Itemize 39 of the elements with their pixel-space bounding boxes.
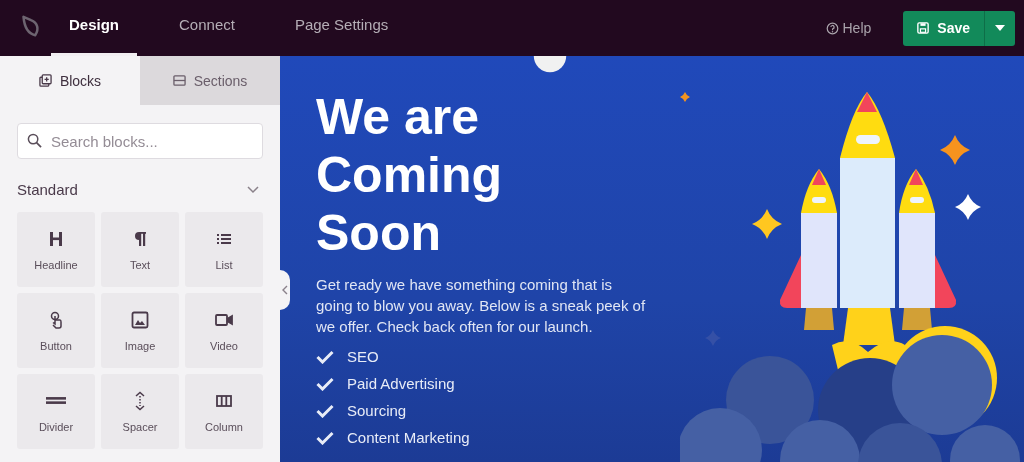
save-button[interactable]: Save <box>903 10 985 46</box>
sidebar-tab[interactable]: Sections <box>140 56 280 105</box>
block-tile[interactable]: List <box>185 212 263 287</box>
block-tile[interactable]: Spacer <box>101 374 179 449</box>
blocks-icon <box>38 74 52 87</box>
chevron-left-icon <box>282 285 288 295</box>
block-tile[interactable]: Headline <box>17 212 95 287</box>
checklist-item: SEO <box>347 348 379 365</box>
page-headline: We are Coming Soon <box>316 88 504 262</box>
section-title: Standard <box>17 181 78 198</box>
save-icon <box>917 22 930 34</box>
help-icon <box>825 21 839 35</box>
check-icon <box>316 430 334 445</box>
block-tile[interactable]: Text <box>101 212 179 287</box>
check-icon <box>316 403 334 418</box>
block-tile[interactable]: Button <box>17 293 95 368</box>
check-icon <box>316 349 334 364</box>
page-paragraph: Get ready we have something coming that is going to blow you away. Below is a sneak peek of we offer. Check back often for our launch. <box>316 275 647 337</box>
nav-tab[interactable]: Page Settings <box>294 0 389 56</box>
help-link[interactable]: Help <box>819 0 878 56</box>
checklist-item: Content Marketing <box>347 429 470 446</box>
nav-tab[interactable]: Connect <box>179 0 235 56</box>
block-tile[interactable]: Divider <box>17 374 95 449</box>
block-tile[interactable]: Image <box>101 293 179 368</box>
save-options-button[interactable] <box>985 10 1015 46</box>
collapse-sidebar-handle[interactable] <box>280 270 290 310</box>
sections-icon <box>172 74 186 87</box>
block-tile[interactable]: Video <box>185 293 263 368</box>
search-field[interactable]: Search blocks... <box>17 123 263 159</box>
caret-icon <box>995 25 1005 31</box>
search-icon <box>27 133 42 148</box>
image-icon <box>130 309 150 330</box>
checklist-item: Sourcing <box>347 402 407 419</box>
checklist-item: Paid Advertising <box>347 375 455 392</box>
leaf-logo-icon <box>21 14 41 38</box>
divider-icon <box>46 396 66 404</box>
block-tile[interactable]: Column <box>185 374 263 449</box>
chevron-down-icon <box>247 185 259 194</box>
check-icon <box>316 376 334 391</box>
